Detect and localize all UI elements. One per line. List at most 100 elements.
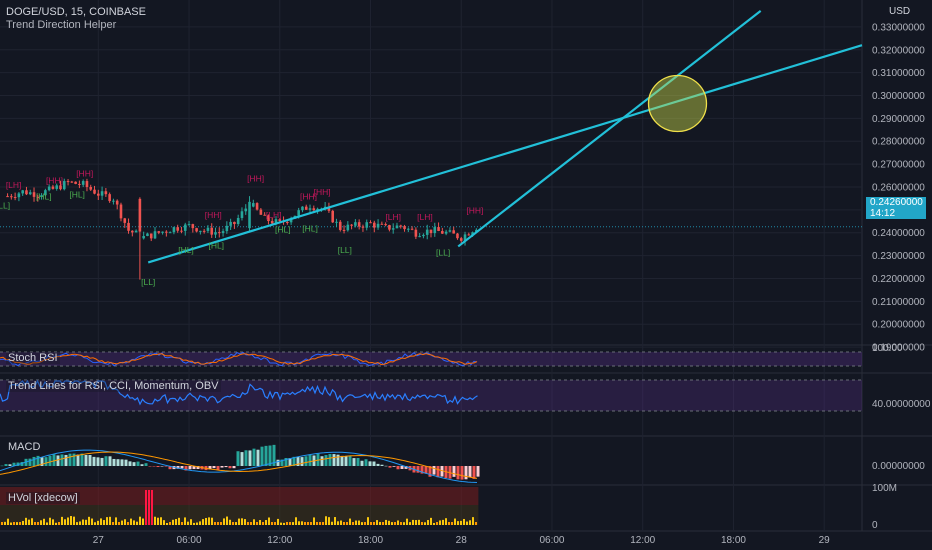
- hvol-bar: [178, 517, 180, 525]
- macd-bar: [436, 466, 440, 478]
- candle-body: [157, 231, 161, 233]
- macd-label[interactable]: MACD: [6, 441, 43, 453]
- hvol-bar: [55, 522, 57, 525]
- hvol-bar: [301, 521, 303, 525]
- hvol-bar: [16, 522, 18, 525]
- hvol-bar: [73, 516, 75, 525]
- currency-label[interactable]: USD: [887, 6, 913, 17]
- price-tick-label: 0.30000000: [872, 91, 925, 102]
- candle-body: [134, 230, 138, 233]
- hvol-bar: [343, 522, 345, 525]
- chart-canvas[interactable]: 0.33000000 0.32000000 0.31000000 0.30000000…: [0, 0, 932, 550]
- macd-bar: [344, 456, 348, 466]
- macd-bar: [224, 466, 228, 468]
- candle-body: [202, 230, 206, 232]
- candle-body: [365, 222, 369, 228]
- hvol-bar: [43, 518, 45, 525]
- hvol-bar: [457, 521, 459, 525]
- candle-body: [142, 236, 145, 239]
- hvol-bar: [244, 519, 246, 525]
- macd-bar: [416, 466, 420, 473]
- hvol-bar: [235, 522, 237, 525]
- candle-body: [131, 230, 134, 233]
- hvol-bar: [187, 521, 189, 525]
- candle-body: [104, 191, 108, 195]
- macd-bar: [88, 455, 92, 466]
- candle-body: [312, 208, 316, 211]
- hvol-label[interactable]: HVol [xdecow]: [6, 492, 80, 504]
- trendlines-rsi-label[interactable]: Trend Lines for RSI, CCI, Momentum, OBV: [6, 380, 221, 392]
- time-tick-label: 18:00: [358, 535, 383, 546]
- candle-body: [335, 221, 338, 223]
- hvol-bar: [430, 517, 432, 525]
- candle-body: [28, 192, 32, 195]
- macd-bar: [60, 454, 64, 466]
- candle-body: [187, 224, 191, 226]
- macd-bar: [4, 464, 8, 466]
- hvol-bar: [91, 518, 93, 525]
- hvol-bar: [316, 522, 318, 525]
- hvol-bar: [379, 521, 381, 525]
- macd-bar: [112, 458, 116, 466]
- hvol-bar: [250, 522, 252, 525]
- macd-bar: [104, 456, 108, 466]
- indicator-legend[interactable]: Trend Direction Helper: [6, 19, 116, 31]
- candle-body: [456, 233, 459, 239]
- macd-bar: [372, 461, 376, 466]
- hvol-bar: [88, 516, 90, 525]
- macd-bar: [220, 466, 224, 468]
- time-tick-label: 27: [93, 535, 105, 546]
- candle-body: [172, 227, 176, 233]
- candle-body: [429, 229, 433, 234]
- symbol-legend[interactable]: DOGE/USD, 15, COINBASE: [6, 6, 146, 18]
- hvol-bar: [34, 522, 36, 525]
- hvol-bar: [310, 522, 312, 525]
- macd-bar: [264, 445, 268, 466]
- macd-bar: [100, 457, 104, 466]
- candle-body: [62, 181, 66, 190]
- price-tick-label: 0.32000000: [872, 45, 925, 56]
- macd-bar: [320, 456, 324, 466]
- hvol-bar: [238, 518, 240, 525]
- candle-body: [286, 221, 289, 223]
- hvol-bar: [319, 522, 321, 525]
- hvol-bar: [469, 520, 471, 525]
- hvol-bar: [334, 517, 336, 525]
- hvol-bar: [139, 516, 141, 525]
- macd-bar: [64, 454, 68, 466]
- pivot-label: [LL]: [436, 248, 450, 258]
- candle-body: [248, 201, 251, 229]
- candle-body: [350, 224, 353, 226]
- candle-body: [221, 231, 225, 234]
- macd-bar: [140, 464, 144, 466]
- candle-body: [229, 221, 232, 226]
- hvol-bar: [355, 520, 357, 525]
- hvol-bar: [397, 520, 399, 525]
- hvol-bar: [208, 517, 210, 525]
- current-price-value: 0.24260000: [870, 197, 923, 208]
- macd-bar: [188, 466, 192, 470]
- candle-body: [380, 223, 384, 225]
- time-tick-label: 06:00: [539, 535, 564, 546]
- macd-bar: [8, 464, 12, 466]
- macd-bar: [468, 466, 472, 478]
- hvol-bar: [214, 522, 216, 525]
- hvol-bar: [145, 490, 147, 525]
- hvol-bar: [289, 522, 291, 525]
- price-tick-label: 0.31000000: [872, 68, 925, 79]
- hvol-bar: [58, 522, 60, 525]
- hvol-bar: [118, 522, 120, 525]
- hvol-bar: [292, 522, 294, 525]
- hvol-bar: [466, 521, 468, 525]
- pivot-label: [LH]: [6, 180, 22, 190]
- candle-body: [195, 228, 198, 232]
- macd-bar: [324, 455, 328, 466]
- price-tick-label: 0.33000000: [872, 22, 925, 33]
- candle-body: [304, 206, 308, 210]
- time-tick-label: 12:00: [267, 535, 292, 546]
- hvol-bar: [385, 519, 387, 525]
- macd-bar: [252, 448, 256, 466]
- stoch-rsi-label[interactable]: Stoch RSI: [6, 352, 60, 364]
- hvol-bar: [454, 518, 456, 525]
- macd-bar: [380, 464, 384, 466]
